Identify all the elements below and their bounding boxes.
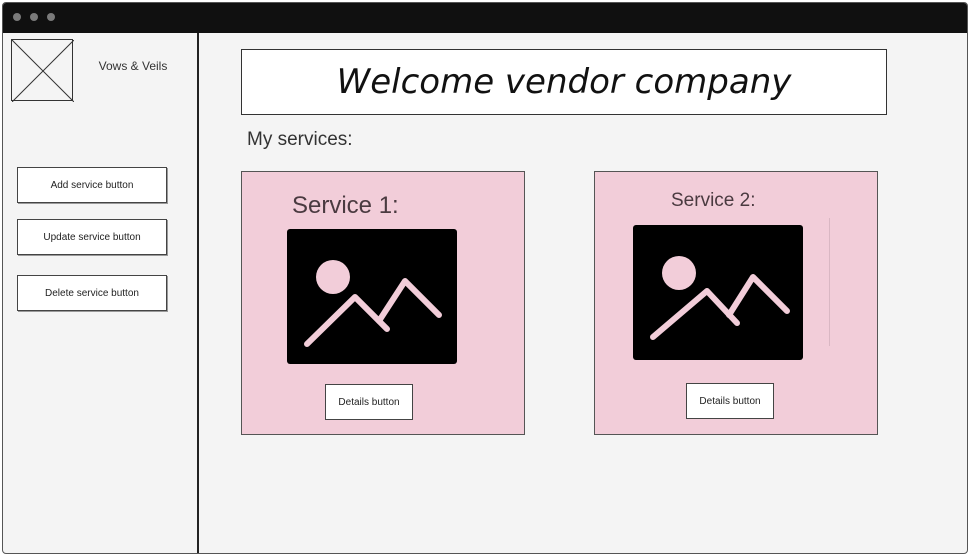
welcome-banner: Welcome vendor company (241, 49, 887, 115)
service-title: Service 2: (671, 190, 756, 211)
service-title: Service 1: (292, 192, 399, 219)
service-card-2: Service 2: Details button (594, 171, 878, 435)
window-close-dot[interactable] (13, 13, 21, 21)
app-window: Vows & Veils Add service button Update s… (2, 2, 968, 554)
add-service-button[interactable]: Add service button (17, 167, 167, 203)
window-titlebar (3, 3, 967, 33)
details-button[interactable]: Details button (686, 383, 774, 419)
sidebar: Vows & Veils Add service button Update s… (3, 33, 199, 553)
image-icon (633, 225, 803, 360)
divider (829, 218, 830, 346)
image-placeholder-icon (11, 39, 75, 103)
update-service-button[interactable]: Update service button (17, 219, 167, 255)
image-icon (287, 229, 457, 364)
service-card-1: Service 1: Details button (241, 171, 525, 435)
details-button[interactable]: Details button (325, 384, 413, 420)
section-title: My services: (247, 129, 353, 150)
brand-name: Vows & Veils (98, 59, 168, 73)
window-minimize-dot[interactable] (30, 13, 38, 21)
delete-service-button[interactable]: Delete service button (17, 275, 167, 311)
window-maximize-dot[interactable] (47, 13, 55, 21)
